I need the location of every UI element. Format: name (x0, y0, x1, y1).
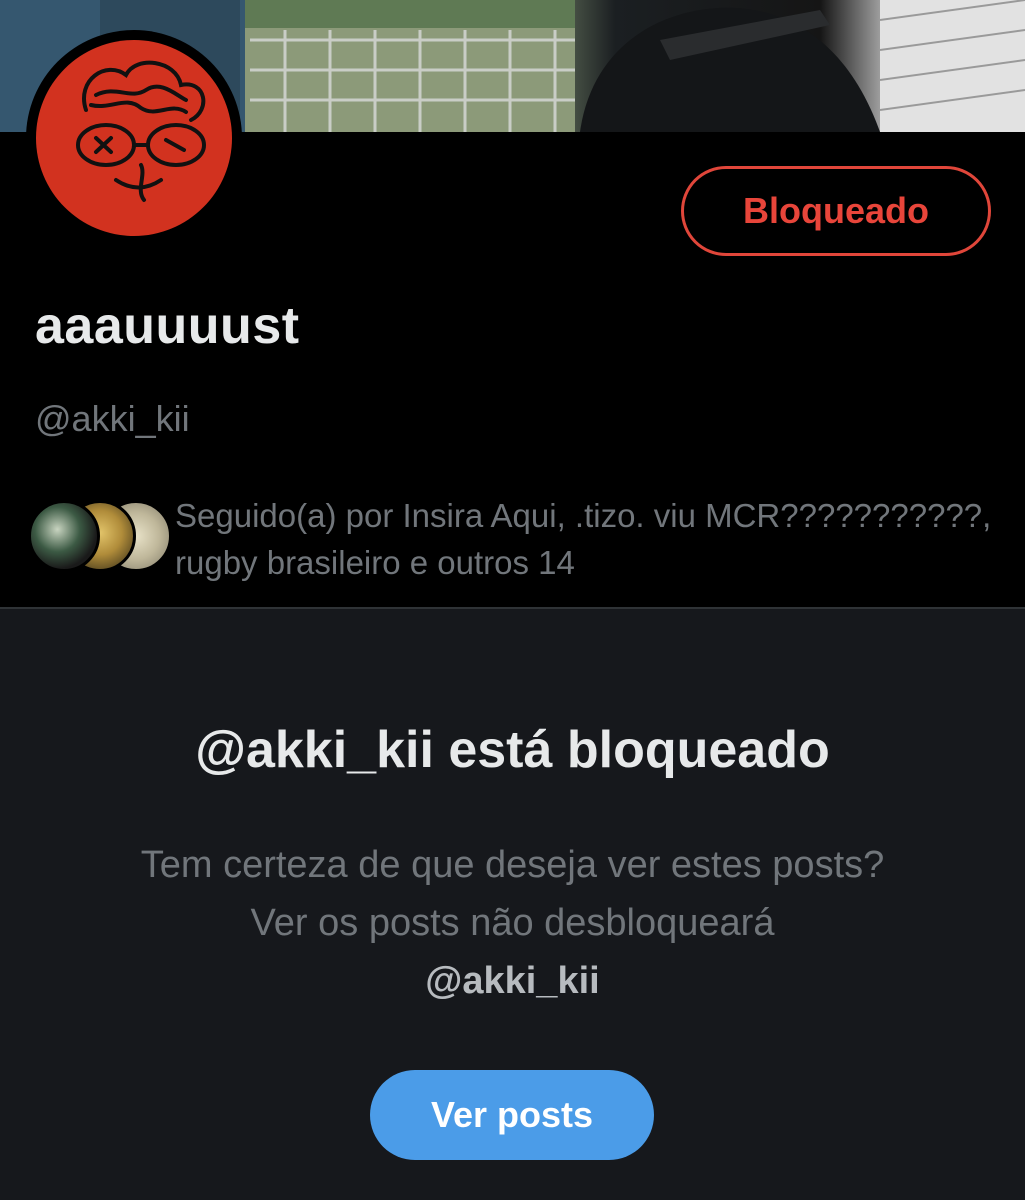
view-posts-button[interactable]: Ver posts (370, 1070, 654, 1160)
blocked-button[interactable]: Bloqueado (681, 166, 991, 256)
blocked-notice-title: @akki_kii está bloqueado (195, 721, 830, 779)
blocked-notice-description-handle: @akki_kii (425, 960, 600, 1002)
blocked-notice-description: Tem certeza de que deseja ver estes post… (130, 836, 895, 1010)
followed-by-text[interactable]: Seguido(a) por Insira Aqui, .tizo. viu M… (175, 492, 995, 586)
profile-avatar[interactable] (26, 30, 242, 246)
avatar (36, 40, 232, 236)
user-handle: @akki_kii (35, 398, 190, 439)
blocked-button-label: Bloqueado (743, 190, 929, 231)
blocked-notice-description-text: Tem certeza de que deseja ver estes post… (140, 844, 885, 944)
mutual-followers-avatars[interactable] (28, 500, 172, 572)
view-posts-button-label: Ver posts (430, 1094, 594, 1135)
mutual-follower-avatar (28, 500, 100, 572)
display-name: aaauuuust (35, 297, 300, 355)
avatar-drawing (76, 60, 206, 202)
